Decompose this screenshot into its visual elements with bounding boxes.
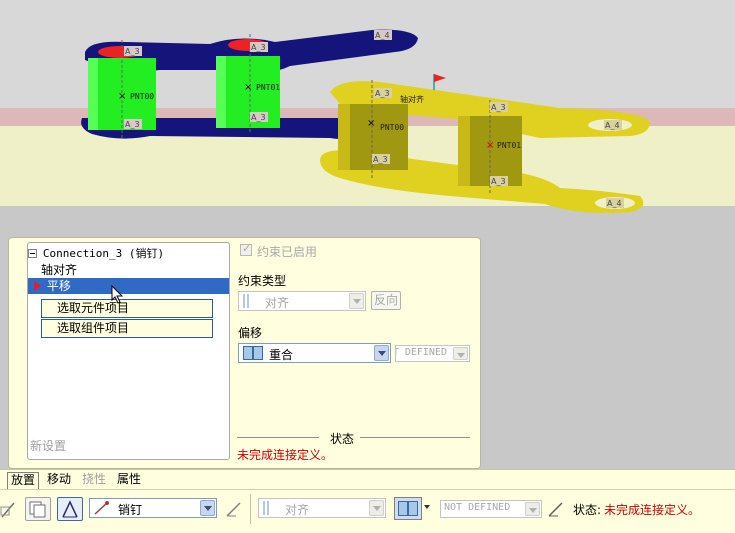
toolbar-status-message: 未完成连接定义。: [604, 503, 701, 517]
offset-heading: 偏移: [238, 326, 263, 340]
constraint-type-select[interactable]: 对齐: [238, 291, 366, 311]
user-defined-button[interactable]: [57, 497, 83, 521]
svg-text:PNT00: PNT00: [130, 92, 154, 101]
constraint-type-heading: 约束类型: [238, 274, 287, 288]
svg-text:PNT00: PNT00: [380, 123, 404, 132]
svg-text:PNT01: PNT01: [256, 83, 280, 92]
coincident-button[interactable]: [394, 497, 422, 520]
status-divider-right: [360, 437, 470, 438]
tab-flexibility[interactable]: 挠性: [79, 472, 109, 489]
align-icon: [263, 501, 269, 515]
connection-type-select[interactable]: 销钉: [89, 498, 217, 518]
tab-move[interactable]: 移动: [44, 472, 74, 489]
chevron-down-icon: [200, 500, 215, 516]
svg-text:A_3: A_3: [125, 120, 140, 129]
pin-icon: [94, 501, 109, 515]
tab-placement[interactable]: 放置: [7, 472, 40, 489]
sketch-tool-icon[interactable]: [0, 499, 18, 519]
svg-text:A_3: A_3: [491, 177, 506, 186]
offset-type-select[interactable]: 重合: [238, 343, 391, 363]
toolbar-separator: [250, 494, 251, 524]
tree-root[interactable]: Connection_3 (销钉): [28, 245, 164, 261]
svg-text:A_4: A_4: [375, 31, 390, 40]
svg-text:×: ×: [486, 140, 494, 151]
error-arrow-icon: [34, 281, 41, 291]
flip-button[interactable]: 反向: [371, 291, 401, 310]
coincident-icon: [243, 346, 263, 360]
offset-value-select[interactable]: NOT DEFINED: [395, 345, 470, 362]
svg-text:PNT01: PNT01: [497, 141, 521, 150]
toolbar-constraint-select[interactable]: 对齐: [258, 498, 386, 518]
connection-name: Connection_3 (销钉): [42, 247, 165, 260]
new-set-link[interactable]: 新设置: [30, 437, 66, 454]
svg-text:A_3: A_3: [125, 47, 140, 56]
coincident-icon: [398, 501, 418, 516]
collapse-icon[interactable]: [28, 249, 37, 258]
status-message: 未完成连接定义。: [237, 448, 334, 462]
copy-tool-button[interactable]: [25, 497, 51, 521]
model-viewport[interactable]: × × PNT00 PNT01 A_3 A_3 A_3 A_3 A_4 × × …: [0, 0, 735, 225]
mouse-cursor-icon: [111, 285, 124, 304]
chevron-down-icon: [374, 345, 389, 361]
svg-text:×: ×: [367, 118, 375, 129]
svg-text:A_4: A_4: [605, 121, 620, 130]
tree-item-translate[interactable]: 平移: [28, 278, 229, 294]
svg-text:×: ×: [118, 91, 126, 102]
svg-text:A_3: A_3: [491, 103, 506, 112]
assembly-render: × × PNT00 PNT01 A_3 A_3 A_3 A_3 A_4 × × …: [0, 0, 735, 225]
dashboard-tabs: 放置 移动 挠性 属性: [0, 469, 735, 489]
chevron-down-icon: [369, 500, 384, 516]
status-heading: 状态: [330, 432, 355, 446]
toolbar-offset-select[interactable]: NOT DEFINED: [440, 500, 542, 518]
constraint-enabled-label: 约束已启用: [257, 245, 318, 259]
svg-text:A_4: A_4: [607, 199, 622, 208]
coincident-dropdown-icon[interactable]: [424, 505, 430, 509]
connection-tree[interactable]: Connection_3 (销钉) 轴对齐 平移 选取元件项目 选取组件项目: [27, 242, 230, 460]
tree-item-axis-align[interactable]: 轴对齐: [41, 262, 77, 278]
svg-text:A_3: A_3: [373, 155, 388, 164]
chevron-down-icon: [525, 502, 540, 516]
select-assembly-item[interactable]: 选取组件项目: [41, 319, 213, 338]
svg-text:×: ×: [244, 82, 252, 93]
align-icon: [243, 294, 249, 308]
toolbar-status-label: 状态:: [573, 503, 602, 517]
status-divider-left: [237, 437, 319, 438]
chevron-down-icon: [453, 347, 468, 360]
tab-properties[interactable]: 属性: [114, 472, 144, 489]
select-component-item[interactable]: 选取元件项目: [41, 299, 213, 318]
svg-text:A_3: A_3: [251, 43, 266, 52]
flip-offset-icon[interactable]: [546, 499, 566, 519]
svg-text:A_3: A_3: [375, 89, 390, 98]
svg-text:轴对齐: 轴对齐: [400, 94, 424, 104]
chevron-down-icon: [349, 293, 364, 309]
svg-text:A_3: A_3: [251, 113, 266, 122]
constraint-enabled-checkbox[interactable]: ✓: [240, 242, 252, 256]
flip-direction-icon[interactable]: [224, 499, 244, 519]
